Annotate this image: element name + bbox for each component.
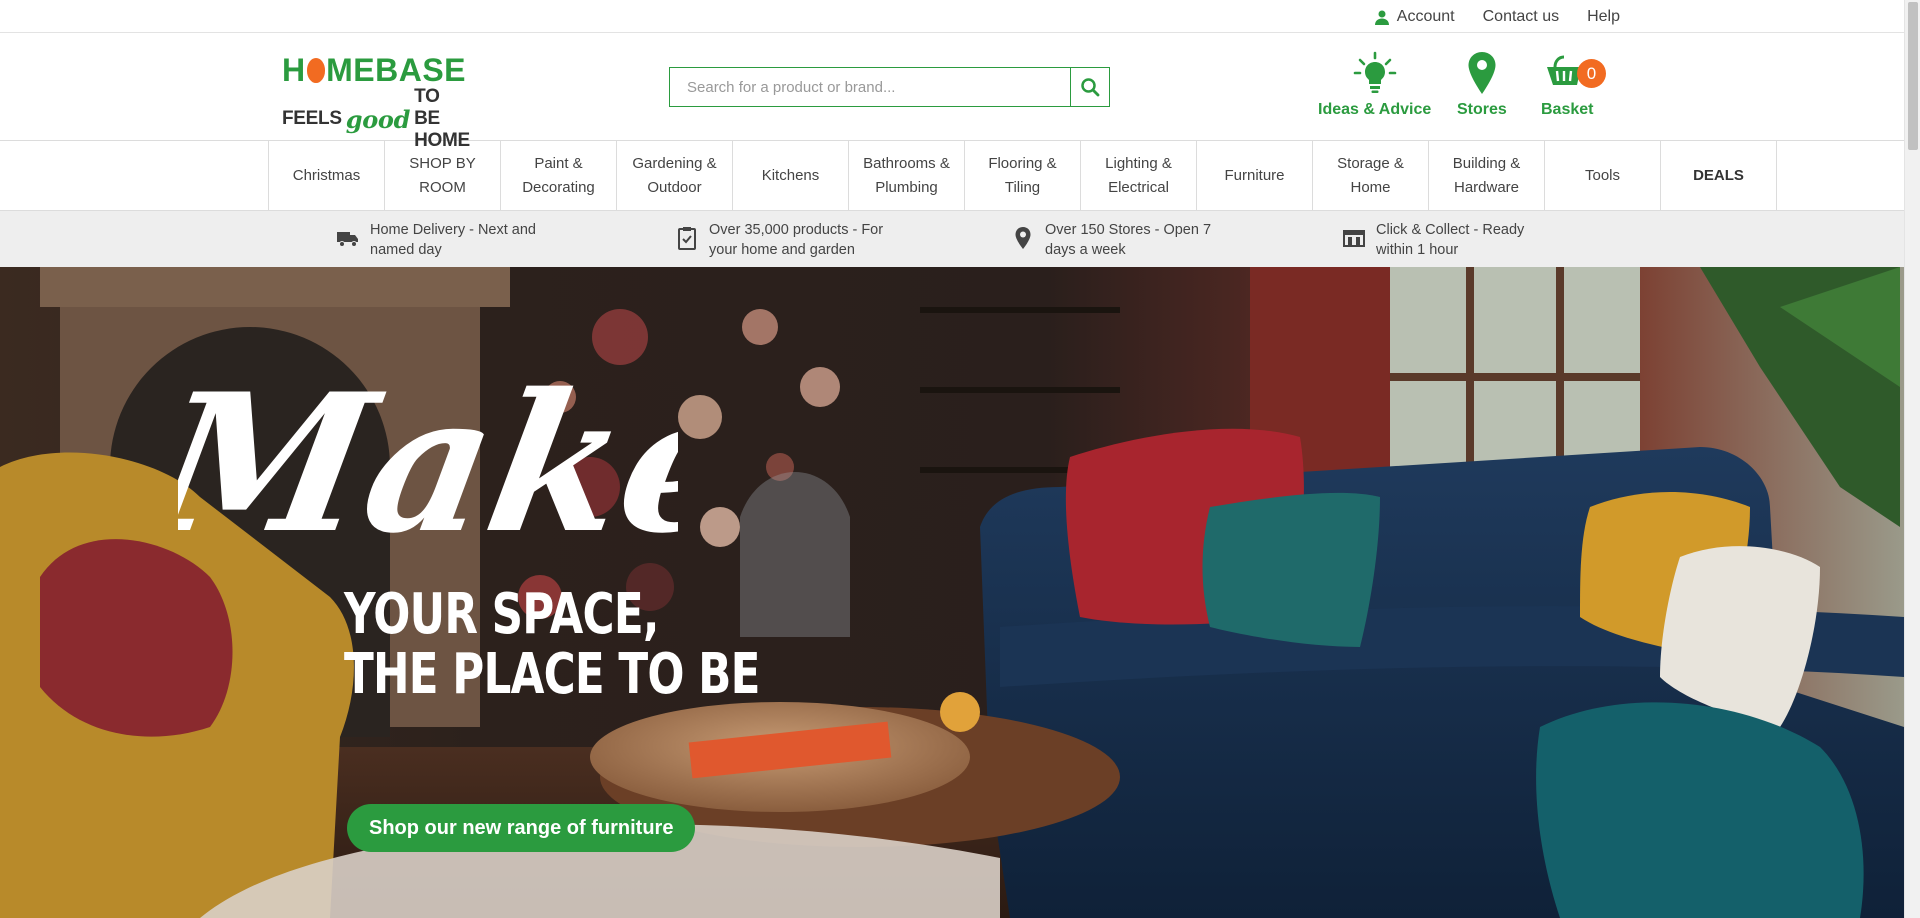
search-button[interactable] [1070, 68, 1109, 106]
hero-script-make: Make [178, 355, 678, 576]
nav-label: Furniture [1224, 167, 1285, 184]
nav-building-hardware[interactable]: Building & Hardware [1429, 141, 1545, 211]
hero-headline: YOUR SPACE, THE PLACE TO BE [344, 585, 760, 705]
help-link[interactable]: Help [1587, 8, 1620, 26]
utility-links: Account Contact us Help [1374, 0, 1620, 33]
homebase-logo[interactable]: H MEBASE FEELS good TO BE HOME [282, 53, 470, 151]
shop-furniture-button[interactable]: Shop our new range of furniture [347, 804, 696, 852]
delivery-truck-icon [337, 232, 358, 247]
stores-link[interactable]: Stores [1457, 51, 1507, 119]
nav-bathrooms-plumbing[interactable]: Bathrooms & Plumbing [849, 141, 965, 211]
logo-tag-good: good [345, 104, 411, 134]
usp-delivery: Home Delivery - Next and named day [336, 220, 550, 260]
lightbulb-icon [1353, 51, 1396, 93]
usp-click-collect-text: Click & Collect - Ready within 1 hour [1376, 222, 1525, 258]
nav-kitchens[interactable]: Kitchens [733, 141, 849, 211]
search-icon [1081, 78, 1100, 97]
logo-wordmark: H MEBASE [282, 53, 466, 87]
nav-label: Building & Hardware [1452, 155, 1521, 196]
hero-line-2: THE PLACE TO BE [344, 642, 760, 707]
nav-label: Bathrooms & Plumbing [863, 155, 950, 196]
basket-count-badge: 0 [1577, 59, 1606, 88]
map-pin-icon [1468, 52, 1496, 94]
logo-tag-start: FEELS [282, 108, 342, 129]
stores-label: Stores [1457, 101, 1507, 118]
main-navigation: Christmas SHOP BY ROOM Paint & Decoratin… [268, 141, 1777, 211]
nav-label: Storage & Home [1337, 155, 1404, 196]
usp-stores: Over 150 Stores - Open 7 days a week [1011, 220, 1225, 260]
ideas-advice-link[interactable]: Ideas & Advice [1318, 51, 1431, 119]
nav-furniture[interactable]: Furniture [1197, 141, 1313, 211]
contact-label: Contact us [1482, 7, 1560, 25]
page-scrollbar[interactable] [1904, 0, 1920, 918]
hero-script-word: Make [178, 355, 678, 576]
nav-label: Paint & Decorating [522, 155, 595, 196]
nav-label: DEALS [1693, 167, 1744, 184]
clipboard-check-icon [678, 227, 696, 250]
nav-label: Tools [1584, 167, 1621, 184]
usp-products-text: Over 35,000 products - For your home and… [709, 222, 884, 258]
nav-label: Gardening & Outdoor [632, 155, 717, 196]
basket-link[interactable]: 0 Basket [1541, 51, 1606, 119]
nav-paint-decorating[interactable]: Paint & Decorating [501, 141, 617, 211]
account-label: Account [1396, 7, 1455, 25]
search-input[interactable] [670, 68, 1070, 106]
logo-h: H [282, 52, 306, 88]
logo-o-dot [306, 57, 326, 83]
nav-deals[interactable]: DEALS [1661, 141, 1777, 211]
logo-rest: MEBASE [326, 52, 466, 88]
nav-lighting-electrical[interactable]: Lighting & Electrical [1081, 141, 1197, 211]
utility-bar: Account Contact us Help [0, 0, 1904, 33]
search-box [669, 67, 1110, 107]
nav-gardening-outdoor[interactable]: Gardening & Outdoor [617, 141, 733, 211]
location-pin-icon [1015, 227, 1031, 249]
nav-label: Lighting & Electrical [1105, 155, 1172, 196]
store-front-icon [1343, 230, 1365, 247]
nav-label: Kitchens [761, 167, 820, 184]
nav-label: Flooring & Tiling [988, 155, 1057, 196]
nav-flooring-tiling[interactable]: Flooring & Tiling [965, 141, 1081, 211]
usp-stores-text: Over 150 Stores - Open 7 days a week [1045, 222, 1212, 258]
hero-banner[interactable]: Make YOUR SPACE, THE PLACE TO BE Shop ou… [0, 267, 1904, 918]
contact-link[interactable]: Contact us [1483, 8, 1559, 26]
nav-christmas[interactable]: Christmas [269, 141, 385, 211]
nav-shop-by-room[interactable]: SHOP BY ROOM [385, 141, 501, 211]
usp-bar: Home Delivery - Next and named day Over … [0, 211, 1904, 267]
nav-label: SHOP BY ROOM [409, 155, 476, 196]
nav-storage-home[interactable]: Storage & Home [1313, 141, 1429, 211]
basket-label: Basket [1541, 101, 1594, 118]
account-link[interactable]: Account [1374, 8, 1455, 26]
help-label: Help [1587, 7, 1620, 25]
usp-click-collect: Click & Collect - Ready within 1 hour [1342, 220, 1556, 260]
scrollbar-thumb[interactable] [1908, 2, 1918, 150]
site-header: HMEBASE FEELS good TO BE HOME Ideas & Ad… [0, 33, 1904, 151]
usp-delivery-text: Home Delivery - Next and named day [370, 222, 536, 258]
user-icon [1374, 10, 1389, 25]
usp-products: Over 35,000 products - For your home and… [675, 220, 889, 260]
ideas-advice-label: Ideas & Advice [1318, 101, 1432, 118]
nav-tools[interactable]: Tools [1545, 141, 1661, 211]
hero-line-1: YOUR SPACE, [344, 582, 659, 647]
nav-label: Christmas [292, 167, 361, 184]
